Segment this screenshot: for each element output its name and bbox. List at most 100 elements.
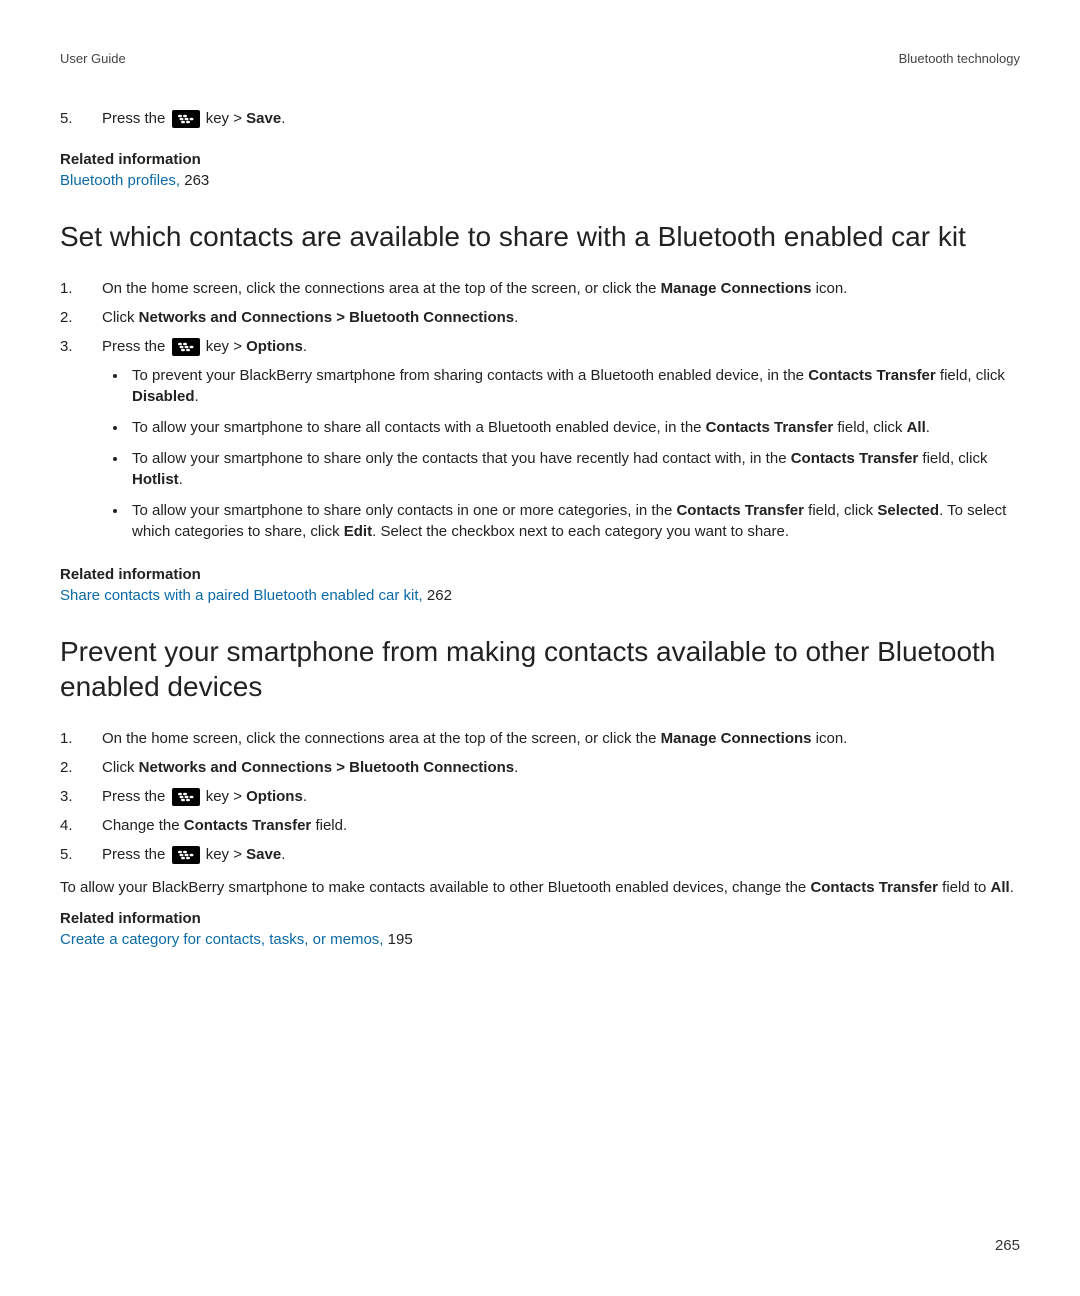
steps-list: 1. On the home screen, click the connect… [60,278,1020,552]
text: . [281,110,285,127]
related-page-ref: 262 [423,587,452,604]
breadcrumb-separator: > [332,309,349,326]
save-label: Save [246,110,281,127]
related-link-row: Bluetooth profiles, 263 [60,170,1020,191]
header-guide-label: User Guide [60,50,126,68]
step-text: Press the key > Save. [102,844,1020,865]
text: key > [202,846,247,863]
manage-connections-label: Manage Connections [661,730,812,747]
contacts-transfer-label: Contacts Transfer [791,450,919,467]
all-label: All [991,879,1010,896]
all-label: All [907,419,926,436]
text: field. [311,817,347,834]
step-text: Press the key > Options. To prevent your… [102,336,1020,552]
step-item: 1. On the home screen, click the connect… [60,278,1020,299]
blackberry-key-icon [172,338,200,356]
breadcrumb-separator: > [332,759,349,776]
step-number: 5. [60,108,74,129]
step-text: Click Networks and Connections > Bluetoo… [102,757,1020,778]
text: . [281,846,285,863]
related-link-row: Create a category for contacts, tasks, o… [60,929,1020,950]
step-text: On the home screen, click the connection… [102,728,1020,749]
text: icon. [812,730,848,747]
text: Press the [102,788,170,805]
text: . [303,788,307,805]
step-number: 3. [60,336,74,552]
text: To allow your BlackBerry smartphone to m… [60,879,810,896]
blackberry-key-icon [172,788,200,806]
step-item: 2. Click Networks and Connections > Blue… [60,757,1020,778]
step-number: 3. [60,786,74,807]
step-text: Change the Contacts Transfer field. [102,815,1020,836]
disabled-label: Disabled [132,388,195,405]
related-info-heading: Related information [60,908,1020,929]
section-heading: Prevent your smartphone from making cont… [60,634,1020,704]
step-item: 4. Change the Contacts Transfer field. [60,815,1020,836]
share-contacts-link[interactable]: Share contacts with a paired Bluetooth e… [60,587,423,604]
text: icon. [812,280,848,297]
text: Press the [102,338,170,355]
step-item: 3. Press the key > Options. To prevent y… [60,336,1020,552]
edit-label: Edit [344,523,372,540]
contacts-transfer-label: Contacts Transfer [706,419,834,436]
text: . [195,388,199,405]
text: Change the [102,817,184,834]
sub-bullets: To prevent your BlackBerry smartphone fr… [128,365,1020,542]
save-label: Save [246,846,281,863]
bluetooth-profiles-link[interactable]: Bluetooth profiles, [60,172,180,189]
networks-and-connections-label: Networks and Connections [139,309,332,326]
manage-connections-label: Manage Connections [661,280,812,297]
contacts-transfer-label: Contacts Transfer [810,879,938,896]
text: Click [102,309,139,326]
page-header: User Guide Bluetooth technology [60,50,1020,68]
text: To allow your smartphone to share only c… [132,502,676,519]
step-text: Press the key > Save. [102,108,1020,129]
text: . [303,338,307,355]
bullet-item: To prevent your BlackBerry smartphone fr… [128,365,1020,407]
blackberry-key-icon [172,846,200,864]
step-text: Click Networks and Connections > Bluetoo… [102,307,1020,328]
step-item: 3. Press the key > Options. [60,786,1020,807]
networks-and-connections-label: Networks and Connections [139,759,332,776]
related-info-heading: Related information [60,564,1020,585]
step-text: Press the key > Options. [102,786,1020,807]
step-number: 4. [60,815,74,836]
bluetooth-connections-label: Bluetooth Connections [349,309,514,326]
create-category-link[interactable]: Create a category for contacts, tasks, o… [60,931,383,948]
text: . Select the checkbox next to each categ… [372,523,789,540]
contacts-transfer-label: Contacts Transfer [184,817,312,834]
contacts-transfer-label: Contacts Transfer [676,502,804,519]
text: field, click [918,450,987,467]
options-label: Options [246,338,303,355]
steps-list: 1. On the home screen, click the connect… [60,728,1020,865]
page-number: 265 [995,1235,1020,1256]
header-topic-label: Bluetooth technology [899,50,1020,68]
hotlist-label: Hotlist [132,471,179,488]
text: key > [202,788,247,805]
step-number: 2. [60,307,74,328]
text: To prevent your BlackBerry smartphone fr… [132,367,808,384]
bullet-item: To allow your smartphone to share only t… [128,448,1020,490]
selected-label: Selected [877,502,939,519]
text: Press the [102,846,170,863]
options-label: Options [246,788,303,805]
note-paragraph: To allow your BlackBerry smartphone to m… [60,877,1020,898]
bullet-item: To allow your smartphone to share only c… [128,500,1020,542]
step-number: 1. [60,728,74,749]
text: key > [202,338,247,355]
step-number: 2. [60,757,74,778]
text: key > [202,110,247,127]
text: field, click [804,502,877,519]
step-text: On the home screen, click the connection… [102,278,1020,299]
contacts-transfer-label: Contacts Transfer [808,367,936,384]
step-item: 5. Press the key > Save. [60,108,1020,129]
text: . [1010,879,1014,896]
text: To allow your smartphone to share only t… [132,450,791,467]
bullet-item: To allow your smartphone to share all co… [128,417,1020,438]
text: . [514,309,518,326]
text: field to [938,879,991,896]
step-number: 5. [60,844,74,865]
text: . [514,759,518,776]
related-info-heading: Related information [60,149,1020,170]
text: On the home screen, click the connection… [102,730,661,747]
